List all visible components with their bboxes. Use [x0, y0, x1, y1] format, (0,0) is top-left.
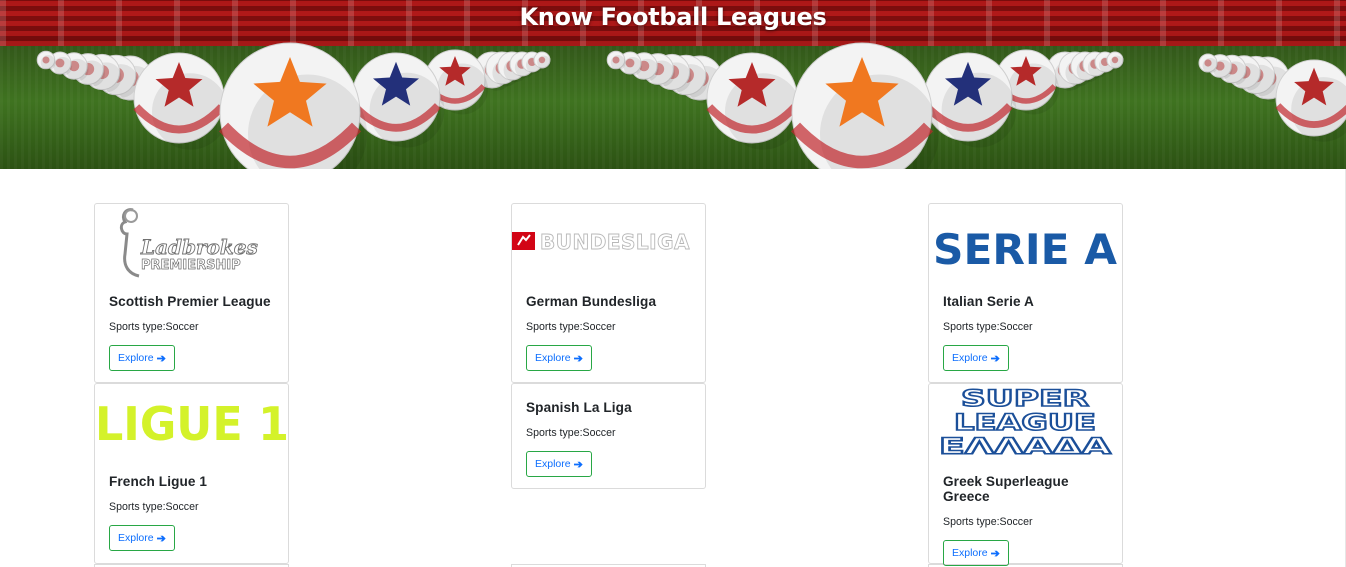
league-card-scottish: Ladbrokes PREMIERSHIP Scottish Premier L…: [94, 203, 289, 383]
league-logo-ligue-1: LIGUE 1: [95, 384, 288, 460]
football-ball: [1275, 59, 1346, 142]
league-logo-superleague: SUPER LEAGUE ΕΛΛΑΔΑ: [929, 384, 1122, 460]
svg-text:BUNDESLIGA: BUNDESLIGA: [540, 230, 690, 254]
explore-button[interactable]: Explore ➔: [109, 345, 175, 371]
svg-text:ΕΛΛΑΔΑ: ΕΛΛΑΔΑ: [939, 435, 1111, 460]
arrow-right-icon: ➔: [573, 352, 583, 365]
league-card-serie-a: SERIE A Italian Serie A Sports type:Socc…: [928, 203, 1123, 383]
arrow-right-icon: ➔: [573, 458, 583, 471]
football-ball: [36, 50, 56, 71]
arrow-right-icon: ➔: [156, 352, 166, 365]
svg-text:LEAGUE: LEAGUE: [954, 411, 1096, 436]
svg-text:SUPER: SUPER: [961, 387, 1089, 412]
svg-text:SERIE A: SERIE A: [933, 225, 1117, 274]
league-card-bundesliga: BUNDESLIGA German Bundesliga Sports type…: [511, 203, 706, 383]
league-logo-serie-a: SERIE A: [929, 204, 1122, 282]
football-ball: [1198, 53, 1218, 74]
football-ball: [706, 52, 802, 150]
league-card-ligue-1: LIGUE 1 French Ligue 1 Sports type:Socce…: [94, 383, 289, 564]
arrow-right-icon: ➔: [990, 352, 1000, 365]
league-card-greek-superleague: SUPER LEAGUE ΕΛΛΑΔΑ Greek Superleague Gr…: [928, 383, 1123, 566]
league-name: Scottish Premier League: [109, 294, 271, 309]
sport-type: Sports type:Soccer: [943, 516, 1033, 528]
arrow-right-icon: ➔: [156, 532, 166, 545]
hero-banner: Know Football Leagues: [0, 0, 1346, 169]
league-name: Spanish La Liga: [526, 400, 632, 415]
svg-text:Ladbrokes: Ladbrokes: [140, 235, 258, 259]
football-ball: [790, 42, 939, 169]
svg-text:LIGUE 1: LIGUE 1: [95, 397, 288, 451]
league-name: French Ligue 1: [109, 474, 208, 489]
sport-type: Sports type:Soccer: [109, 501, 199, 513]
svg-text:PREMIERSHIP: PREMIERSHIP: [141, 258, 241, 273]
explore-button[interactable]: Explore ➔: [526, 345, 592, 371]
football-ball: [606, 50, 626, 71]
sport-type: Sports type:Soccer: [526, 427, 616, 439]
explore-button[interactable]: Explore ➔: [526, 451, 592, 477]
league-logo-bundesliga: BUNDESLIGA: [512, 204, 705, 282]
explore-button[interactable]: Explore ➔: [109, 525, 175, 551]
league-card-la-liga: Spanish La Liga Sports type:Soccer Explo…: [511, 383, 706, 489]
league-name: Italian Serie A: [943, 294, 1034, 309]
league-name: German Bundesliga: [526, 294, 657, 309]
sport-type: Sports type:Soccer: [526, 321, 616, 333]
arrow-right-icon: ➔: [990, 547, 1000, 560]
explore-button[interactable]: Explore ➔: [943, 540, 1009, 566]
football-ball: [133, 52, 229, 150]
league-name: Greek Superleague Greece: [943, 474, 1069, 504]
explore-button[interactable]: Explore ➔: [943, 345, 1009, 371]
sport-type: Sports type:Soccer: [109, 321, 199, 333]
league-logo-scottish: Ladbrokes PREMIERSHIP: [95, 204, 288, 282]
sport-type: Sports type:Soccer: [943, 321, 1033, 333]
page-title: Know Football Leagues: [519, 3, 827, 31]
football-ball: [218, 42, 367, 169]
